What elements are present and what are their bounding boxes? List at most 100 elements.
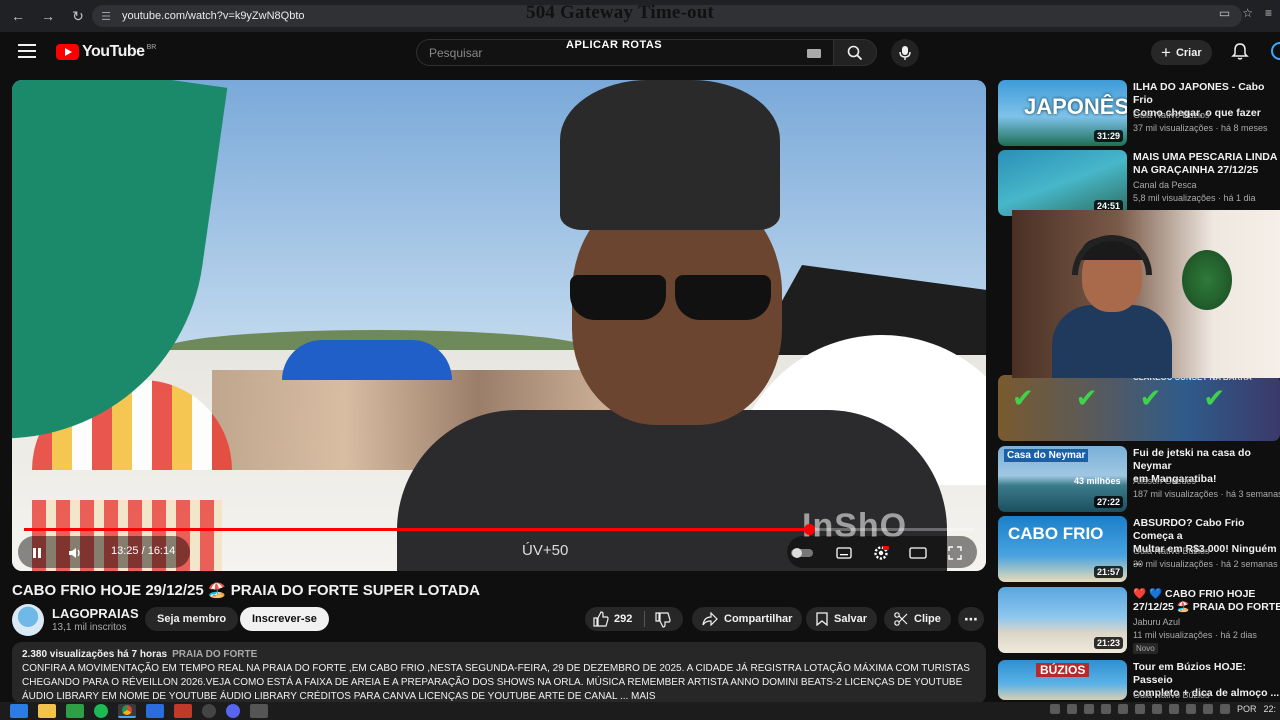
app-icon[interactable] <box>250 704 268 718</box>
recommendation-meta: 5,8 mil visualizações · há 1 dia <box>1133 193 1256 203</box>
video-frame-sunglasses <box>560 275 780 320</box>
keyboard-icon[interactable] <box>807 49 821 58</box>
autoplay-toggle-icon[interactable] <box>787 538 817 568</box>
search-icon <box>847 45 863 60</box>
reading-list-icon[interactable]: ≡ <box>1265 6 1272 20</box>
create-button[interactable]: + Criar <box>1151 40 1212 65</box>
description-tag[interactable]: PRAIA DO FORTE <box>172 649 257 660</box>
video-player[interactable]: ÚV+50 InShO 13:25 / 16:14 <box>12 80 986 571</box>
recommendation-thumbnail[interactable]: CABO FRIO 21:57 <box>998 516 1127 582</box>
join-member-button[interactable]: Seja membro <box>145 607 239 631</box>
country-code: BR <box>146 43 157 51</box>
app-icon[interactable] <box>146 704 164 718</box>
keyboard-language[interactable]: POR <box>1237 704 1257 714</box>
fullscreen-icon[interactable] <box>940 538 970 568</box>
share-button[interactable]: Compartilhar <box>692 607 803 631</box>
scissors-icon <box>894 612 908 626</box>
recommendation-item[interactable]: 21:23 ❤️ 💙 CABO FRIO HOJE 27/12/25 🏖️ PR… <box>998 587 1280 654</box>
windows-start-icon[interactable] <box>10 704 28 718</box>
recommendation-title: MAIS UMA PESCARIA LINDA NA GRAÇAINHA 27/… <box>1133 151 1278 176</box>
like-button[interactable] <box>593 611 609 630</box>
app-icon[interactable] <box>174 704 192 718</box>
tray-icon[interactable] <box>1168 704 1179 714</box>
notifications-bell-icon[interactable] <box>1230 42 1250 62</box>
channel-avatar[interactable] <box>12 604 44 636</box>
site-info-icon[interactable]: ☰ <box>98 8 114 24</box>
thumbs-up-icon <box>593 611 609 627</box>
youtube-logo[interactable]: YouTube BR <box>56 43 156 61</box>
bookmark-icon <box>816 612 828 626</box>
thumbnail-text: CABO FRIO <box>1008 524 1104 543</box>
gateway-error-overlay: 504 Gateway Time-out <box>526 2 715 23</box>
tray-icon[interactable] <box>1134 704 1145 714</box>
system-clock[interactable]: 22: <box>1263 704 1276 714</box>
tray-icon[interactable] <box>1219 704 1230 714</box>
time-display: 13:25 / 16:14 <box>111 545 176 557</box>
reload-icon[interactable]: ↻ <box>66 4 90 28</box>
spotify-icon[interactable] <box>94 704 108 718</box>
account-avatar[interactable] <box>1271 42 1280 60</box>
recommendation-item[interactable]: JAPONÊS 31:29 ILHA DO JAPONES - Cabo Fri… <box>998 80 1280 146</box>
volume-icon[interactable] <box>60 538 90 568</box>
recommendation-item[interactable]: 24:51 MAIS UMA PESCARIA LINDA NA GRAÇAIN… <box>998 150 1280 216</box>
theater-mode-icon[interactable] <box>903 538 933 568</box>
tray-icon[interactable] <box>1083 704 1094 714</box>
webcam-plant <box>1182 250 1232 310</box>
recommendation-channel: Guia Nativo Búzios <box>1133 110 1210 120</box>
recommendation-thumbnail[interactable]: 24:51 <box>998 150 1127 216</box>
save-label: Salvar <box>834 613 868 625</box>
browser-actions: ▭ ☆ ≡ <box>1219 6 1272 20</box>
recommendation-item[interactable]: CABO FRIO 21:57 ABSURDO? Cabo Frio Começ… <box>998 516 1280 582</box>
pause-icon[interactable] <box>22 538 52 568</box>
video-title: CABO FRIO HOJE 29/12/25 🏖️ PRAIA DO FORT… <box>12 582 480 599</box>
cast-icon[interactable]: ▭ <box>1219 6 1230 20</box>
menu-icon[interactable] <box>18 44 36 58</box>
back-icon[interactable]: ← <box>6 4 30 28</box>
progress-scrubber[interactable] <box>804 524 815 535</box>
recommendation-meta: 11 mil visualizações · há 2 dias <box>1133 630 1257 640</box>
file-explorer-icon[interactable] <box>38 704 56 718</box>
checkmark-icon: ✔ <box>1139 383 1162 413</box>
tray-icon[interactable] <box>1066 704 1077 714</box>
like-count: 292 <box>614 613 633 625</box>
bookmark-star-icon[interactable]: ☆ <box>1242 6 1253 20</box>
search-button[interactable] <box>833 39 877 66</box>
dislike-button[interactable] <box>655 612 671 631</box>
recommendation-meta: 187 mil visualizações · há 3 semanas <box>1133 489 1280 499</box>
discord-icon[interactable] <box>226 704 240 718</box>
system-tray: POR 22: <box>1049 704 1276 714</box>
recommendation-thumbnail[interactable]: BÚZIOS <box>998 660 1127 700</box>
save-button[interactable]: Salvar <box>806 607 878 631</box>
clip-button[interactable]: Clipe <box>884 607 951 631</box>
recommendation-thumbnail[interactable]: JAPONÊS 31:29 <box>998 80 1127 146</box>
subscribe-button[interactable]: Inscrever-se <box>240 607 329 631</box>
tray-icon[interactable] <box>1100 704 1111 714</box>
tray-icon[interactable] <box>1202 704 1213 714</box>
recommendation-item[interactable]: BÚZIOS Tour em Búzios HOJE: Passeio comp… <box>998 660 1280 700</box>
recommendation-thumbnail[interactable]: ✔ ✔ ✔ ✔ <box>998 375 1280 441</box>
url-text: youtube.com/watch?v=k9yZwN8Qbto <box>122 10 305 22</box>
tray-icon[interactable] <box>1185 704 1196 714</box>
tray-icon[interactable] <box>1151 704 1162 714</box>
tray-icon[interactable] <box>1049 704 1060 714</box>
aplicar-rotas-overlay[interactable]: APLICAR ROTAS <box>566 39 662 51</box>
forward-icon[interactable]: → <box>36 4 60 28</box>
chrome-icon[interactable] <box>118 704 136 718</box>
more-actions-icon[interactable]: ⋯ <box>958 607 984 631</box>
recommendation-item[interactable]: Casa do Neymar 43 milhões 27:22 Fui de j… <box>998 446 1280 512</box>
recommendation-item[interactable]: ✔ ✔ ✔ ✔ CLAREOU SUNSET NA BARRA <box>998 373 1280 441</box>
app-icon[interactable] <box>66 704 84 718</box>
tray-icon[interactable] <box>1117 704 1128 714</box>
recommendation-thumbnail[interactable]: Casa do Neymar 43 milhões 27:22 <box>998 446 1127 512</box>
subtitles-icon[interactable] <box>829 538 859 568</box>
description-box[interactable]: 2.380 visualizações há 7 horas PRAIA DO F… <box>12 642 986 704</box>
duration-badge: 27:22 <box>1093 496 1123 508</box>
settings-gear-icon[interactable] <box>866 538 896 568</box>
obs-icon[interactable] <box>202 704 216 718</box>
voice-search-button[interactable] <box>891 39 919 67</box>
recommendation-thumbnail[interactable]: 21:23 <box>998 587 1127 653</box>
video-frame-umbrella <box>282 340 452 380</box>
channel-name[interactable]: LAGOPRAIAS <box>52 606 139 621</box>
youtube-header: YouTube BR Pesquisar APLICAR ROTAS + Cri… <box>0 32 1280 72</box>
progress-bar[interactable] <box>24 524 974 535</box>
